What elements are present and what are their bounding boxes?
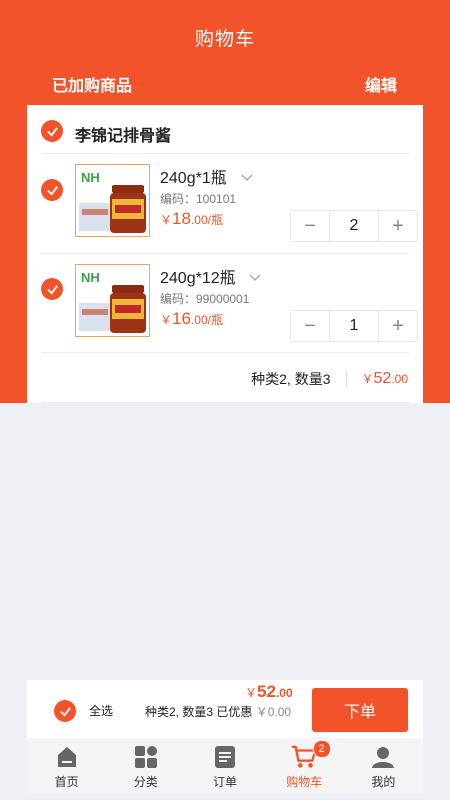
cart-count-badge: 2 [312, 740, 331, 758]
check-icon [46, 185, 58, 196]
divider [41, 253, 409, 254]
tab-home[interactable]: 首页 [27, 738, 106, 793]
store-select-checkbox[interactable] [41, 120, 63, 142]
chevron-down-icon[interactable] [241, 171, 253, 183]
section-title: 已加购商品 [52, 78, 133, 95]
increment-button[interactable]: + [379, 211, 417, 241]
header-band-left [0, 105, 27, 403]
quantity-stepper: − 1 + [290, 310, 418, 342]
decrement-button[interactable]: − [291, 311, 329, 341]
order-icon [212, 744, 238, 770]
increment-button[interactable]: + [379, 311, 417, 341]
checkout-bar: 全选 ￥52.00 种类2, 数量3 已优惠 ￥0.00 下单 [27, 680, 423, 738]
cart-store-card: 李锦记排骨酱 NH 240g*1瓶 编码：100101 ￥18.00/瓶 − 2… [27, 105, 423, 403]
store-summary-text: 种类2, 数量3 [251, 371, 331, 387]
quantity-stepper: − 2 + [290, 210, 418, 242]
product-jar-image: NH [76, 165, 149, 236]
divider [41, 352, 409, 353]
check-icon [46, 126, 58, 137]
product-jar-image: NH [76, 265, 149, 336]
home-icon [54, 744, 80, 770]
checkout-total: ￥52.00 [245, 682, 293, 701]
product-code: 编码：99000001 [160, 292, 250, 306]
product-image[interactable]: NH [75, 164, 150, 237]
user-icon [370, 744, 396, 770]
tab-bar: 首页 分类 订单 2 购物车 我的 [27, 738, 423, 793]
discount-amount: ￥0.00 [255, 705, 292, 719]
divider [41, 153, 409, 154]
item-select-checkbox[interactable] [41, 278, 63, 300]
product-code: 编码：100101 [160, 192, 237, 206]
category-icon [133, 744, 159, 770]
product-price: ￥18.00/瓶 [160, 209, 223, 228]
store-summary: 种类2, 数量3 ￥52.00 [251, 369, 408, 389]
product-image[interactable]: NH [75, 264, 150, 337]
quantity-value[interactable]: 2 [329, 211, 379, 241]
checkout-summary: 种类2, 数量3 已优惠 ￥0.00 [145, 705, 292, 719]
brand-logo-text: NH [81, 170, 100, 185]
chevron-down-icon[interactable] [249, 271, 261, 283]
quantity-value[interactable]: 1 [329, 311, 379, 341]
header-band-right [423, 105, 450, 403]
select-all-label[interactable]: 全选 [89, 702, 113, 719]
tab-orders[interactable]: 订单 [185, 738, 264, 793]
store-name: 李锦记排骨酱 [75, 128, 172, 145]
tab-profile[interactable]: 我的 [344, 738, 423, 793]
check-icon [59, 706, 71, 717]
divider [41, 402, 409, 403]
header: 购物车 已加购商品 编辑 [0, 0, 450, 105]
tab-category[interactable]: 分类 [106, 738, 185, 793]
select-all-checkbox[interactable] [54, 700, 76, 722]
item-select-checkbox[interactable] [41, 179, 63, 201]
decrement-button[interactable]: − [291, 211, 329, 241]
page-title: 购物车 [194, 29, 255, 50]
place-order-button[interactable]: 下单 [312, 688, 408, 732]
product-name: 240g*1瓶 [160, 170, 227, 187]
check-icon [46, 284, 58, 295]
brand-logo-text: NH [81, 270, 100, 285]
product-price: ￥16.00/瓶 [160, 309, 223, 328]
separator [345, 371, 347, 387]
edit-button[interactable]: 编辑 [365, 72, 397, 96]
store-total: ￥52.00 [361, 370, 409, 387]
tab-cart[interactable]: 2 购物车 [265, 738, 344, 793]
product-name: 240g*12瓶 [160, 270, 236, 287]
